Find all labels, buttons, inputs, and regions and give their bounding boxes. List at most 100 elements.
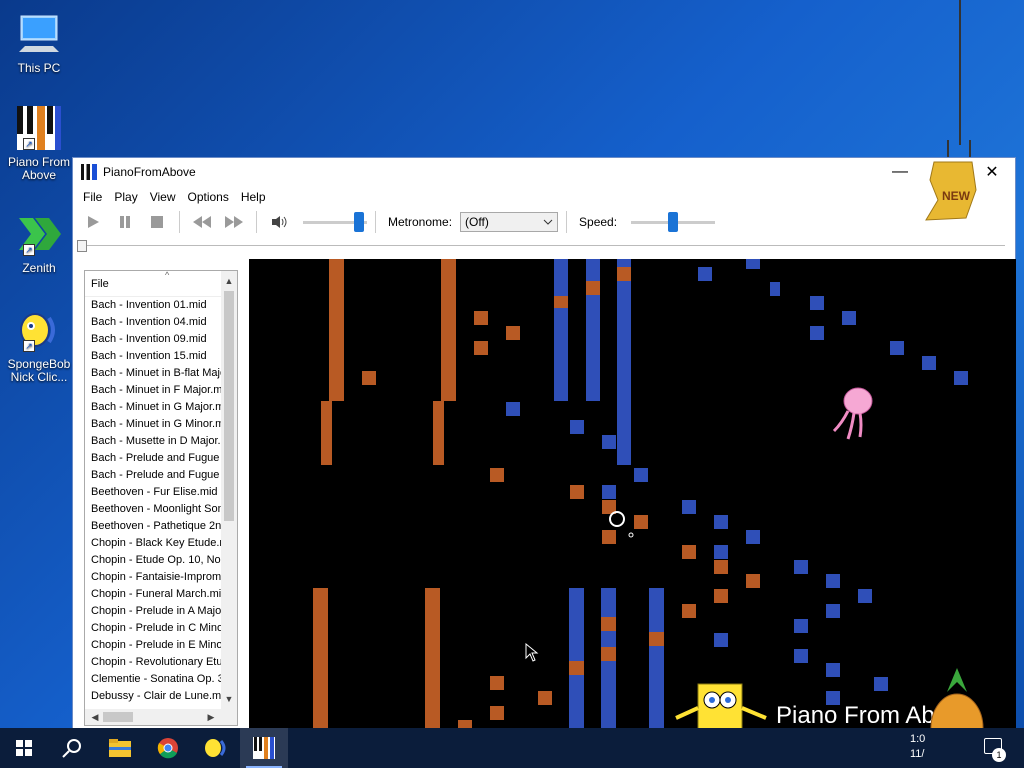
taskbar-piano-from-above[interactable] (240, 728, 288, 768)
metronome-value: (Off) (465, 215, 489, 229)
piano-roll[interactable] (249, 259, 1016, 734)
file-list-item[interactable]: Bach - Musette in D Major. (85, 433, 221, 450)
file-list-item[interactable]: Chopin - Funeral March.mic (85, 586, 221, 603)
rewind-button[interactable] (188, 210, 216, 234)
fishing-line (959, 0, 961, 145)
rewind-icon (193, 216, 211, 228)
metronome-select[interactable]: (Off) (460, 212, 559, 232)
taskbar-chrome[interactable] (144, 728, 192, 768)
spongebob-icon: ↗ (15, 306, 63, 354)
desktop-icon-piano-from-above[interactable]: ↗ Piano From Above (4, 104, 74, 182)
file-list-item[interactable]: Chopin - Black Key Etude.m (85, 535, 221, 552)
chevron-down-icon (543, 219, 553, 225)
file-list-item[interactable]: Bach - Prelude and Fugue i (85, 467, 221, 484)
app-window: PianoFromAbove — ☐ ✕ File Play View Opti… (72, 157, 1016, 734)
desktop-icon-this-pc[interactable]: This PC (4, 10, 74, 75)
piano-icon: ↗ (15, 104, 63, 152)
speed-slider-thumb[interactable] (668, 212, 679, 232)
vertical-scroll-thumb[interactable] (224, 291, 234, 521)
file-list-item[interactable]: Bach - Minuet in F Major.m (85, 382, 221, 399)
file-list-item[interactable]: Bach - Minuet in G Major.m (85, 399, 221, 416)
speed-slider[interactable] (631, 210, 716, 234)
taskbar-spongebob[interactable] (192, 728, 240, 768)
file-list-item[interactable]: Clementie - Sonatina Op. 3 (85, 671, 221, 688)
search-button[interactable] (48, 728, 96, 768)
menu-file[interactable]: File (77, 190, 108, 204)
note-bar (794, 560, 808, 574)
note-bar (554, 296, 568, 308)
desktop-icon-zenith[interactable]: ↗ Zenith (4, 210, 74, 275)
scroll-down-icon[interactable]: ▼ (221, 691, 237, 707)
file-list-item[interactable]: Bach - Invention 04.mid (85, 314, 221, 331)
file-list-item[interactable]: Beethoven - Fur Elise.mid (85, 484, 221, 501)
menu-view[interactable]: View (144, 190, 182, 204)
song-position-thumb[interactable] (77, 240, 87, 252)
file-list-item[interactable]: Bach - Minuet in G Minor.m (85, 416, 221, 433)
note-bar (874, 677, 888, 691)
file-list-item[interactable]: Beethoven - Moonlight Son (85, 501, 221, 518)
note-bar (570, 420, 584, 434)
horizontal-scroll-thumb[interactable] (103, 712, 133, 722)
note-bar (714, 515, 728, 529)
note-bar (570, 485, 584, 499)
search-icon (62, 739, 81, 758)
minimize-button[interactable]: — (877, 158, 923, 186)
scroll-right-icon[interactable]: ▶ (203, 709, 219, 725)
note-bar (617, 259, 631, 465)
sort-ascending-icon: ^ (165, 270, 170, 280)
note-bar (890, 341, 904, 355)
note-bar (746, 259, 760, 269)
desktop-icon-spongebob[interactable]: ↗ SpongeBob Nick Clic... (4, 306, 74, 384)
note-bar (714, 633, 728, 647)
note-bar (601, 617, 616, 631)
file-list-item[interactable]: Bach - Invention 01.mid (85, 297, 221, 314)
note-bar (842, 311, 856, 325)
file-list-item[interactable]: Beethoven - Pathetique 2n (85, 518, 221, 535)
title-bar[interactable]: PianoFromAbove — ☐ ✕ (73, 158, 1015, 186)
file-list-item[interactable]: Chopin - Etude Op. 10, No (85, 552, 221, 569)
file-list-item[interactable]: Chopin - Revolutionary Etu (85, 654, 221, 671)
menu-options[interactable]: Options (181, 190, 234, 204)
vertical-scrollbar[interactable]: ▲ ▼ (221, 271, 237, 709)
window-title: PianoFromAbove (103, 165, 196, 179)
scroll-up-icon[interactable]: ▲ (221, 273, 237, 289)
horizontal-scrollbar[interactable]: ◀ ▶ (85, 709, 237, 725)
menu-help[interactable]: Help (235, 190, 272, 204)
volume-slider-thumb[interactable] (354, 212, 364, 232)
fast-forward-button[interactable] (220, 210, 248, 234)
file-list-item[interactable]: Bach - Invention 15.mid (85, 348, 221, 365)
song-position-slider[interactable] (73, 236, 1015, 258)
note-bar (490, 706, 504, 720)
note-bar (634, 468, 648, 482)
note-bar (922, 356, 936, 370)
system-clock[interactable]: 1:0 11/ (910, 732, 925, 762)
volume-slider[interactable] (303, 210, 367, 234)
notification-badge: 1 (992, 748, 1006, 762)
file-list-item[interactable]: Chopin - Prelude in C Minor (85, 620, 221, 637)
note-bar (538, 691, 552, 705)
file-list-item[interactable]: Bach - Invention 09.mid (85, 331, 221, 348)
file-list-item[interactable]: Chopin - Prelude in A Major (85, 603, 221, 620)
file-list-header[interactable]: File ^ (85, 271, 237, 297)
metronome-label: Metronome: (388, 215, 453, 229)
song-position-track (79, 245, 1005, 246)
note-bar (601, 647, 616, 661)
note-bar (601, 588, 616, 734)
file-list-item[interactable]: Debussy - Clair de Lune.mi (85, 688, 221, 705)
play-button[interactable] (79, 210, 107, 234)
volume-button[interactable] (265, 210, 293, 234)
file-list-item[interactable]: Chopin - Fantaisie-Impromp (85, 569, 221, 586)
file-list-item[interactable]: Chopin - Prelude in E Minor (85, 637, 221, 654)
windows-start-icon (16, 740, 32, 756)
scroll-left-icon[interactable]: ◀ (87, 709, 103, 725)
stop-button[interactable] (143, 210, 171, 234)
file-list-item[interactable]: Bach - Minuet in B-flat Majo (85, 365, 221, 382)
note-bar (810, 296, 824, 310)
start-button[interactable] (0, 728, 48, 768)
note-bar (714, 560, 728, 574)
pause-button[interactable] (111, 210, 139, 234)
menu-play[interactable]: Play (108, 190, 143, 204)
shortcut-arrow-icon: ↗ (23, 244, 35, 256)
file-list-item[interactable]: Bach - Prelude and Fugue i (85, 450, 221, 467)
taskbar-file-explorer[interactable] (96, 728, 144, 768)
